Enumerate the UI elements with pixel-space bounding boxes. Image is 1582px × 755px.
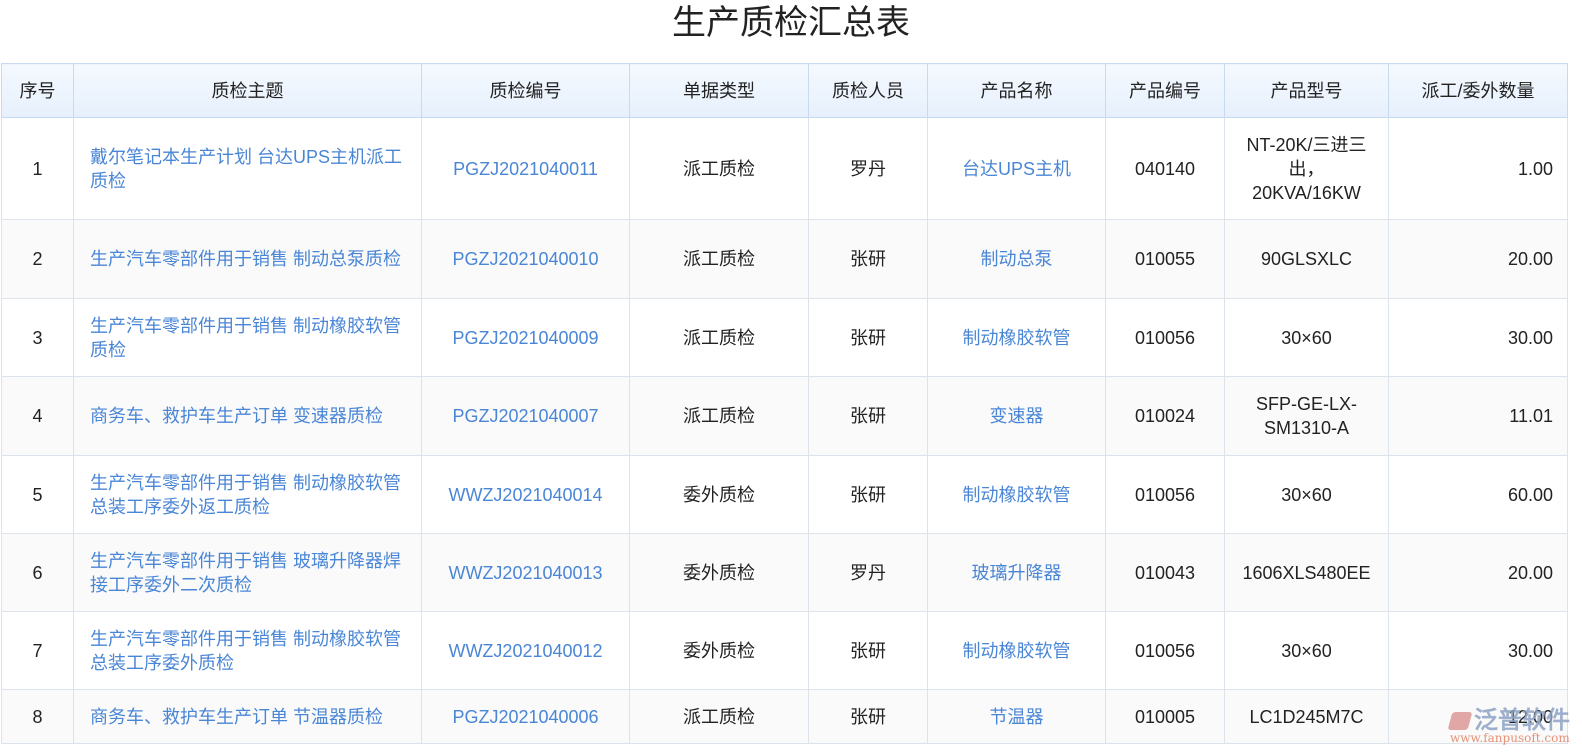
cell-inspection-no[interactable]: PGZJ2021040006	[421, 689, 630, 744]
cell-doc-type: 委外质检	[629, 455, 809, 534]
cell-product-code: 010056	[1105, 455, 1225, 534]
column-header-inspection-no[interactable]: 质检编号	[421, 63, 630, 118]
cell-subject[interactable]: 生产汽车零部件用于销售 制动橡胶软管总装工序委外返工质检	[73, 455, 422, 534]
cell-quantity: 20.00	[1388, 219, 1568, 299]
cell-product-code: 010043	[1105, 533, 1225, 612]
cell-product-code: 010055	[1105, 219, 1225, 299]
table-header: 序号 质检主题 质检编号 单据类型 质检人员 产品名称 产品编号 产品型号 派工/委外数量	[1, 63, 1568, 118]
cell-product-model: LC1D245M7C	[1224, 689, 1389, 744]
column-header-product-code[interactable]: 产品编号	[1105, 63, 1225, 118]
cell-subject[interactable]: 生产汽车零部件用于销售 制动橡胶软管总装工序委外质检	[73, 611, 422, 690]
cell-index: 6	[1, 533, 74, 612]
column-header-inspector[interactable]: 质检人员	[808, 63, 928, 118]
cell-inspection-no[interactable]: PGZJ2021040011	[421, 117, 630, 220]
cell-product-name[interactable]: 台达UPS主机	[927, 117, 1106, 220]
cell-inspector: 张研	[808, 611, 928, 690]
cell-inspector: 张研	[808, 219, 928, 299]
cell-inspection-no[interactable]: WWZJ2021040012	[421, 611, 630, 690]
cell-product-code: 010024	[1105, 376, 1225, 456]
cell-product-name[interactable]: 变速器	[927, 376, 1106, 456]
cell-product-name[interactable]: 制动橡胶软管	[927, 455, 1106, 534]
cell-product-model: 30×60	[1224, 611, 1389, 690]
cell-product-code: 010056	[1105, 298, 1225, 377]
cell-product-name[interactable]: 节温器	[927, 689, 1106, 744]
cell-index: 8	[1, 689, 74, 744]
cell-index: 4	[1, 376, 74, 456]
cell-inspector: 张研	[808, 689, 928, 744]
cell-doc-type: 派工质检	[629, 298, 809, 377]
table-row[interactable]: 2 生产汽车零部件用于销售 制动总泵质检 PGZJ2021040010 派工质检 张研制…	[1, 219, 1568, 299]
cell-doc-type: 派工质检	[629, 689, 809, 744]
cell-doc-type: 委外质检	[629, 611, 809, 690]
cell-doc-type: 委外质检	[629, 533, 809, 612]
cell-product-name[interactable]: 制动橡胶软管	[927, 611, 1106, 690]
cell-inspector: 罗丹	[808, 117, 928, 220]
cell-quantity: 60.00	[1388, 455, 1568, 534]
cell-quantity: 11.01	[1388, 376, 1568, 456]
column-header-product-name[interactable]: 产品名称	[927, 63, 1106, 118]
column-header-index[interactable]: 序号	[1, 63, 74, 118]
cell-doc-type: 派工质检	[629, 376, 809, 456]
cell-subject[interactable]: 生产汽车零部件用于销售 玻璃升降器焊接工序委外二次质检	[73, 533, 422, 612]
cell-product-code: 040140	[1105, 117, 1225, 220]
table-row[interactable]: 6 生产汽车零部件用于销售 玻璃升降器焊接工序委外二次质检 WWZJ20210400…	[1, 533, 1568, 612]
cell-quantity: 20.00	[1388, 533, 1568, 612]
cell-index: 3	[1, 298, 74, 377]
column-header-subject[interactable]: 质检主题	[73, 63, 422, 118]
cell-inspection-no[interactable]: PGZJ2021040010	[421, 219, 630, 299]
cell-doc-type: 派工质检	[629, 117, 809, 220]
cell-doc-type: 派工质检	[629, 219, 809, 299]
logo-icon	[1447, 712, 1473, 730]
cell-subject[interactable]: 生产汽车零部件用于销售 制动总泵质检	[73, 219, 422, 299]
cell-subject[interactable]: 戴尔笔记本生产计划 台达UPS主机派工质检	[73, 117, 422, 220]
page-title: 生产质检汇总表	[672, 4, 910, 42]
cell-quantity: 1.00	[1388, 117, 1568, 220]
cell-subject[interactable]: 商务车、救护车生产订单 变速器质检	[73, 376, 422, 456]
table-row[interactable]: 3 生产汽车零部件用于销售 制动橡胶软管质检 PGZJ2021040009 派工质检张…	[1, 298, 1568, 377]
cell-product-model: 30×60	[1224, 298, 1389, 377]
cell-inspector: 张研	[808, 298, 928, 377]
cell-product-name[interactable]: 制动总泵	[927, 219, 1106, 299]
column-header-product-model[interactable]: 产品型号	[1224, 63, 1389, 118]
table-row[interactable]: 8 商务车、救护车生产订单 节温器质检 PGZJ2021040006 派工质检 张研 节温…	[1, 689, 1568, 744]
cell-subject[interactable]: 生产汽车零部件用于销售 制动橡胶软管质检	[73, 298, 422, 377]
cell-product-model: 1606XLS480EE	[1224, 533, 1389, 612]
cell-quantity: 30.00	[1388, 298, 1568, 377]
cell-inspector: 张研	[808, 455, 928, 534]
cell-inspection-no[interactable]: WWZJ2021040013	[421, 533, 630, 612]
cell-quantity: 30.00	[1388, 611, 1568, 690]
watermark-logo: 泛普软件 www.fanpusoft.com	[1447, 700, 1570, 745]
cell-product-name[interactable]: 玻璃升降器	[927, 533, 1106, 612]
cell-product-name[interactable]: 制动橡胶软管	[927, 298, 1106, 377]
cell-subject[interactable]: 商务车、救护车生产订单 节温器质检	[73, 689, 422, 744]
table-row[interactable]: 5 生产汽车零部件用于销售 制动橡胶软管总装工序委外返工质检 WWZJ2021040…	[1, 455, 1568, 534]
cell-inspector: 张研	[808, 376, 928, 456]
cell-inspection-no[interactable]: WWZJ2021040014	[421, 455, 630, 534]
table-row[interactable]: 1 戴尔笔记本生产计划 台达UPS主机派工质检 PGZJ2021040011 派工质检…	[1, 117, 1568, 220]
cell-product-model: 30×60	[1224, 455, 1389, 534]
cell-product-model: NT-20K/三进三出，20KVA/16KW	[1224, 117, 1389, 220]
cell-index: 2	[1, 219, 74, 299]
cell-index: 5	[1, 455, 74, 534]
cell-index: 1	[1, 117, 74, 220]
cell-inspection-no[interactable]: PGZJ2021040007	[421, 376, 630, 456]
cell-product-code: 010056	[1105, 611, 1225, 690]
cell-inspector: 罗丹	[808, 533, 928, 612]
cell-index: 7	[1, 611, 74, 690]
column-header-doc-type[interactable]: 单据类型	[629, 63, 809, 118]
cell-product-model: SFP-GE-LX-SM1310-A	[1224, 376, 1389, 456]
column-header-quantity[interactable]: 派工/委外数量	[1388, 63, 1568, 118]
table-row[interactable]: 7 生产汽车零部件用于销售 制动橡胶软管总装工序委外质检 WWZJ202104001…	[1, 611, 1568, 690]
cell-product-code: 010005	[1105, 689, 1225, 744]
quality-summary-table: 序号 质检主题 质检编号 单据类型 质检人员 产品名称 产品编号 产品型号 派工/委外数量 1戴…	[1, 63, 1568, 744]
table-row[interactable]: 4 商务车、救护车生产订单 变速器质检 PGZJ2021040007 派工质检 张研 变速…	[1, 376, 1568, 456]
cell-inspection-no[interactable]: PGZJ2021040009	[421, 298, 630, 377]
cell-product-model: 90GLSXLC	[1224, 219, 1389, 299]
